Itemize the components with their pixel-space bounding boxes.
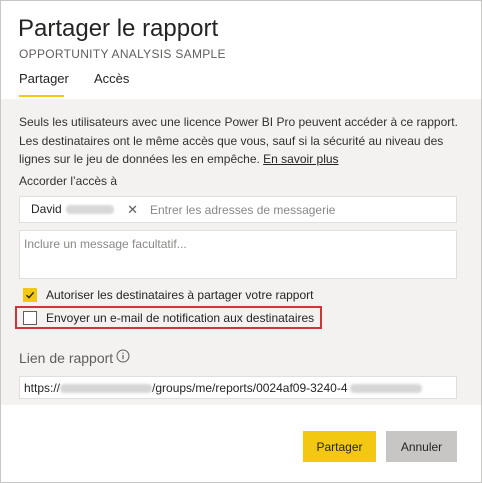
description-text: Seuls les utilisateurs avec une licence … (19, 115, 458, 166)
send-email-label: Envoyer un e-mail de notification aux de… (46, 311, 315, 325)
send-email-checkbox[interactable] (23, 311, 37, 325)
message-field[interactable] (19, 230, 457, 279)
recipient-name: David (31, 202, 62, 216)
license-description: Seuls les utilisateurs avec une licence … (19, 113, 464, 169)
allow-reshare-checkbox[interactable] (23, 288, 37, 302)
report-link-field[interactable]: https:// /groups/me/reports/0024af09-3240… (19, 376, 457, 399)
recipient-chip: David ✕ (26, 200, 146, 219)
redacted-domain (60, 384, 153, 394)
checkmark-icon (26, 291, 35, 299)
redacted-surname (65, 205, 114, 215)
share-button[interactable]: Partager (303, 431, 376, 462)
active-tab-indicator (19, 95, 64, 97)
report-link-label: Lien de rapport (19, 350, 114, 366)
share-report-dialog: Partager le rapport OPPORTUNITY ANALYSIS… (0, 0, 482, 483)
email-input[interactable] (150, 200, 450, 219)
recipients-field[interactable]: David ✕ (19, 196, 457, 223)
info-icon[interactable] (116, 349, 130, 363)
dialog-title: Partager le rapport (18, 15, 219, 42)
grant-access-label: Accorder l’accès à (19, 174, 118, 188)
report-link-url: https:// /groups/me/reports/0024af09-3240… (24, 381, 422, 395)
allow-reshare-label: Autoriser les destinataires à partager v… (46, 288, 314, 302)
redacted-id-suffix (349, 384, 422, 394)
remove-recipient-icon[interactable]: ✕ (127, 200, 138, 219)
report-name: OPPORTUNITY ANALYSIS SAMPLE (19, 47, 226, 61)
cancel-button[interactable]: Annuler (386, 431, 457, 462)
link-prefix: https:// (24, 381, 61, 395)
learn-more-link[interactable]: En savoir plus (263, 152, 338, 166)
tab-access[interactable]: Accès (94, 71, 129, 86)
tab-share[interactable]: Partager (19, 71, 69, 86)
link-path: /groups/me/reports/0024af09-3240-4 (152, 381, 348, 395)
